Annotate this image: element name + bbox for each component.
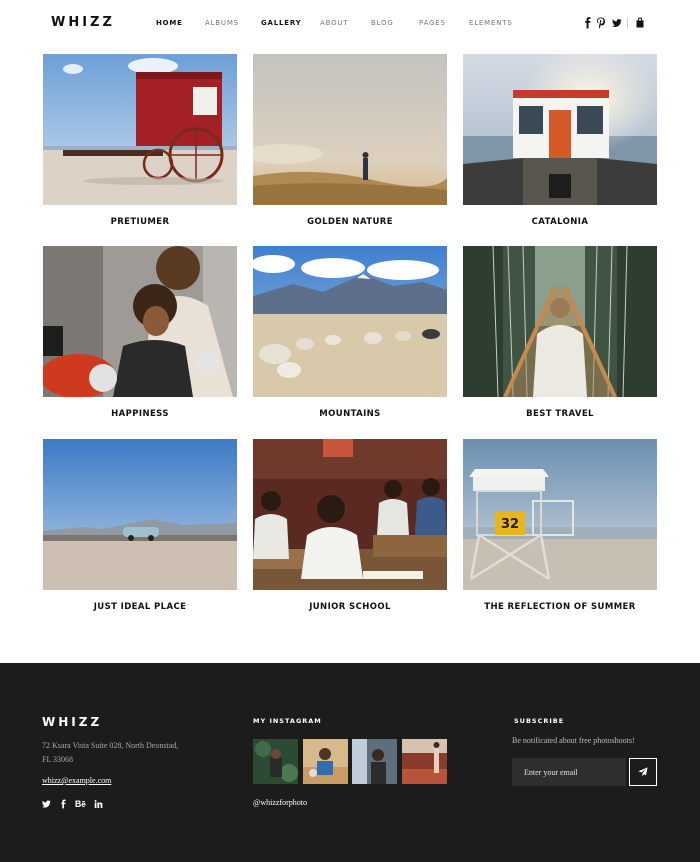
shopping-bag-icon[interactable] — [635, 17, 645, 29]
rope-bridge-photo[interactable] — [463, 246, 657, 397]
gallery-item-reflection-of-summer[interactable]: 32 THE REFLECTION OF SUMMER — [463, 439, 657, 612]
footer-email-link[interactable]: whizz@example.com — [42, 776, 111, 785]
subscribe-submit-button[interactable] — [629, 758, 657, 786]
paper-plane-icon — [638, 767, 648, 777]
beach-wagon-photo[interactable] — [43, 54, 237, 205]
gallery-title[interactable]: HAPPINESS — [43, 409, 237, 419]
gallery-title[interactable]: GOLDEN NATURE — [253, 217, 447, 227]
gallery-item-happiness[interactable]: HAPPINESS — [43, 246, 237, 419]
gallery-title[interactable]: BEST TRAVEL — [463, 409, 657, 419]
gallery-title[interactable]: THE REFLECTION OF SUMMER — [463, 602, 657, 612]
instagram-thumb[interactable] — [253, 739, 298, 784]
site-header: WHIZZ HOME ALBUMS GALLERY ABOUT BLOG PAG… — [0, 0, 700, 46]
nav-albums[interactable]: ALBUMS — [205, 19, 239, 27]
nav-home[interactable]: HOME — [156, 19, 183, 27]
twitter-icon[interactable] — [42, 799, 51, 809]
gallery-title[interactable]: JUNIOR SCHOOL — [253, 602, 447, 612]
subscribe-text: Be notificated about free photoshoots! — [512, 736, 635, 745]
boat-deck-photo[interactable] — [463, 54, 657, 205]
facebook-icon[interactable] — [583, 17, 593, 29]
behance-icon[interactable] — [75, 799, 86, 809]
mountain-sheep-photo[interactable] — [253, 246, 447, 397]
desert-car-photo[interactable] — [43, 439, 237, 590]
lifeguard-number: 32 — [501, 517, 519, 532]
footer-logo[interactable]: WHIZZ — [42, 715, 102, 729]
main-nav: HOME ALBUMS GALLERY ABOUT BLOG PAGES ELE… — [0, 19, 700, 29]
nav-pages[interactable]: PAGES — [419, 19, 446, 27]
mother-daughter-photo[interactable] — [43, 246, 237, 397]
gallery-item-pretiumer[interactable]: PRETIUMER — [43, 54, 237, 227]
address-line-1: 72 Ksara Vista Suite 028, North Deonstad… — [42, 741, 179, 750]
instagram-grid — [253, 739, 447, 784]
gallery-title[interactable]: JUST IDEAL PLACE — [43, 602, 237, 612]
lifeguard-tower-photo[interactable]: 32 — [463, 439, 657, 590]
instagram-heading: MY INSTAGRAM — [253, 717, 322, 725]
nav-about[interactable]: ABOUT — [320, 19, 348, 27]
instagram-handle[interactable]: @whizzforphoto — [253, 798, 307, 807]
nav-gallery[interactable]: GALLERY — [261, 19, 302, 27]
linkedin-icon[interactable] — [94, 799, 103, 809]
gallery-item-catalonia[interactable]: CATALONIA — [463, 54, 657, 227]
header-divider — [627, 18, 628, 28]
gallery-title[interactable]: CATALONIA — [463, 217, 657, 227]
gallery-item-best-travel[interactable]: BEST TRAVEL — [463, 246, 657, 419]
footer-address: 72 Ksara Vista Suite 028, North Deonstad… — [42, 739, 222, 767]
nav-blog[interactable]: BLOG — [371, 19, 394, 27]
site-footer: WHIZZ 72 Ksara Vista Suite 028, North De… — [0, 663, 700, 862]
golden-field-photo[interactable] — [253, 54, 447, 205]
instagram-thumb[interactable] — [303, 739, 348, 784]
instagram-thumb[interactable] — [352, 739, 397, 784]
gallery-item-just-ideal-place[interactable]: JUST IDEAL PLACE — [43, 439, 237, 612]
gallery-item-golden-nature[interactable]: GOLDEN NATURE — [253, 54, 447, 227]
gallery-title[interactable]: MOUNTAINS — [253, 409, 447, 419]
twitter-icon[interactable] — [612, 17, 622, 29]
subscribe-heading: SUBSCRIBE — [514, 717, 565, 725]
pinterest-icon[interactable] — [596, 17, 606, 29]
facebook-icon[interactable] — [59, 799, 68, 809]
gallery-item-junior-school[interactable]: JUNIOR SCHOOL — [253, 439, 447, 612]
instagram-thumb[interactable] — [402, 739, 447, 784]
gallery-item-mountains[interactable]: MOUNTAINS — [253, 246, 447, 419]
subscribe-email-input[interactable] — [512, 758, 626, 786]
classroom-photo[interactable] — [253, 439, 447, 590]
gallery-title[interactable]: PRETIUMER — [43, 217, 237, 227]
address-line-2: FL 33068 — [42, 755, 74, 764]
nav-elements[interactable]: ELEMENTS — [469, 19, 513, 27]
